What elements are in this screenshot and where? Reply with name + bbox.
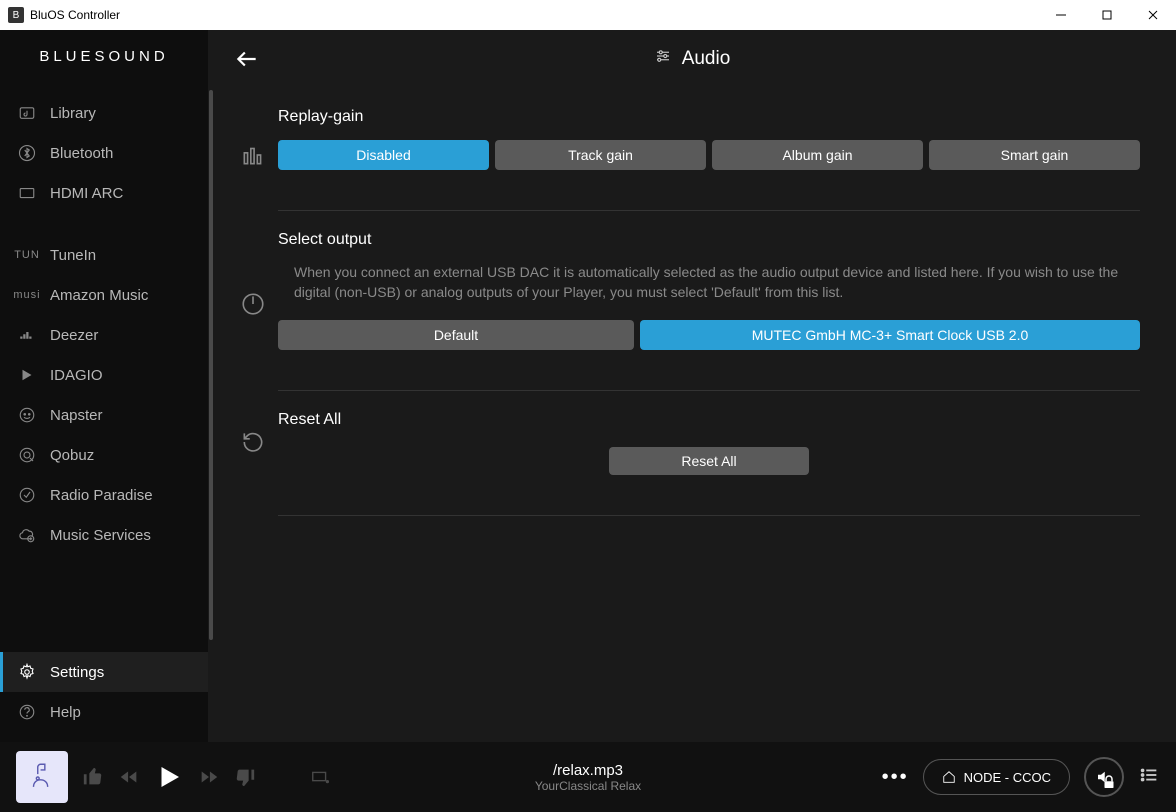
thumbs-up-button[interactable] bbox=[82, 766, 104, 788]
display-icon[interactable] bbox=[310, 766, 332, 788]
sidebar: BLUESOUND Library Bluetooth HDMI ARC TUN bbox=[0, 30, 208, 742]
sliders-icon bbox=[654, 47, 672, 71]
idagio-icon bbox=[14, 366, 40, 384]
app-icon: B bbox=[8, 7, 24, 23]
sidebar-item-label: Deezer bbox=[50, 327, 98, 344]
volume-button[interactable] bbox=[1084, 757, 1124, 797]
album-art[interactable] bbox=[16, 751, 68, 803]
tunein-icon: TUN bbox=[14, 249, 40, 261]
now-playing[interactable]: /relax.mp3 YourClassical Relax bbox=[535, 762, 641, 793]
sidebar-item-help[interactable]: Help bbox=[0, 692, 208, 732]
back-button[interactable] bbox=[234, 46, 260, 72]
next-button[interactable] bbox=[198, 766, 220, 788]
device-label: NODE - CCOC bbox=[964, 770, 1051, 785]
napster-icon bbox=[14, 406, 40, 424]
replay-option-track-gain[interactable]: Track gain bbox=[495, 140, 706, 170]
scrollbar[interactable] bbox=[208, 30, 214, 742]
power-icon bbox=[228, 231, 278, 350]
replay-option-album-gain[interactable]: Album gain bbox=[712, 140, 923, 170]
device-selector[interactable]: NODE - CCOC bbox=[923, 759, 1070, 795]
thumbs-down-button[interactable] bbox=[234, 766, 256, 788]
home-icon bbox=[942, 770, 956, 784]
cloud-add-icon bbox=[14, 526, 40, 544]
player-bar: /relax.mp3 YourClassical Relax ••• NODE … bbox=[0, 742, 1176, 812]
track-title: /relax.mp3 bbox=[535, 762, 641, 779]
section-title: Replay-gain bbox=[278, 108, 1140, 126]
sidebar-item-label: Settings bbox=[50, 664, 104, 681]
music-note-icon bbox=[14, 104, 40, 122]
main-panel: Audio Replay-gain Disabled Track gain Al… bbox=[208, 30, 1176, 742]
sidebar-item-bluetooth[interactable]: Bluetooth bbox=[0, 133, 208, 173]
lock-icon bbox=[1100, 773, 1118, 791]
section-description: When you connect an external USB DAC it … bbox=[278, 263, 1140, 302]
amazon-icon: musi bbox=[14, 289, 40, 301]
sidebar-item-label: Amazon Music bbox=[50, 287, 148, 304]
tv-icon bbox=[14, 184, 40, 202]
previous-button[interactable] bbox=[118, 766, 140, 788]
window-close-button[interactable] bbox=[1130, 0, 1176, 30]
brand-logo: BLUESOUND bbox=[0, 48, 208, 65]
window-maximize-button[interactable] bbox=[1084, 0, 1130, 30]
radio-paradise-icon bbox=[14, 486, 40, 504]
page-header: Audio bbox=[208, 30, 1176, 88]
window-minimize-button[interactable] bbox=[1038, 0, 1084, 30]
sidebar-item-label: Napster bbox=[50, 407, 103, 424]
sidebar-item-amazon-music[interactable]: musi Amazon Music bbox=[0, 275, 208, 315]
section-title: Select output bbox=[278, 231, 1140, 249]
sidebar-item-tunein[interactable]: TUN TuneIn bbox=[0, 235, 208, 275]
play-button[interactable] bbox=[154, 762, 184, 792]
bluetooth-icon bbox=[14, 144, 40, 162]
sidebar-item-hdmi-arc[interactable]: HDMI ARC bbox=[0, 173, 208, 213]
help-icon bbox=[14, 703, 40, 721]
sidebar-item-idagio[interactable]: IDAGIO bbox=[0, 355, 208, 395]
sidebar-item-label: Qobuz bbox=[50, 447, 94, 464]
sidebar-item-label: Library bbox=[50, 105, 96, 122]
app-window: B BluOS Controller BLUESOUND Library Blu… bbox=[0, 0, 1176, 812]
deezer-icon bbox=[14, 326, 40, 344]
sidebar-group-bottom: Settings Help bbox=[0, 652, 208, 732]
window-title: BluOS Controller bbox=[30, 8, 120, 22]
sidebar-item-music-services[interactable]: Music Services bbox=[0, 515, 208, 555]
titlebar: B BluOS Controller bbox=[0, 0, 1176, 30]
sidebar-item-label: IDAGIO bbox=[50, 367, 103, 384]
replay-option-smart-gain[interactable]: Smart gain bbox=[929, 140, 1140, 170]
sidebar-item-label: Help bbox=[50, 704, 81, 721]
reset-icon bbox=[228, 411, 278, 475]
section-title: Reset All bbox=[278, 411, 1140, 429]
equalizer-icon bbox=[228, 108, 278, 170]
sidebar-item-label: Radio Paradise bbox=[50, 487, 153, 504]
content-area: BLUESOUND Library Bluetooth HDMI ARC TUN bbox=[0, 30, 1176, 742]
sections: Replay-gain Disabled Track gain Album ga… bbox=[208, 88, 1176, 536]
sidebar-item-label: TuneIn bbox=[50, 247, 96, 264]
sidebar-item-label: Music Services bbox=[50, 527, 151, 544]
more-button[interactable]: ••• bbox=[882, 766, 909, 789]
sidebar-item-library[interactable]: Library bbox=[0, 93, 208, 133]
sidebar-group-sources: Library Bluetooth HDMI ARC bbox=[0, 93, 208, 213]
sidebar-item-label: HDMI ARC bbox=[50, 185, 123, 202]
sidebar-item-settings[interactable]: Settings bbox=[0, 652, 208, 692]
sidebar-item-qobuz[interactable]: Qobuz bbox=[0, 435, 208, 475]
replay-gain-options: Disabled Track gain Album gain Smart gai… bbox=[278, 140, 1140, 170]
sidebar-item-label: Bluetooth bbox=[50, 145, 113, 162]
sidebar-item-napster[interactable]: Napster bbox=[0, 395, 208, 435]
sidebar-group-services: TUN TuneIn musi Amazon Music Deezer IDAG… bbox=[0, 235, 208, 555]
track-subtitle: YourClassical Relax bbox=[535, 779, 641, 793]
section-select-output: Select output When you connect an extern… bbox=[228, 231, 1140, 350]
sidebar-item-radio-paradise[interactable]: Radio Paradise bbox=[0, 475, 208, 515]
output-option-mutec[interactable]: MUTEC GmbH MC-3+ Smart Clock USB 2.0 bbox=[640, 320, 1140, 350]
output-options: Default MUTEC GmbH MC-3+ Smart Clock USB… bbox=[278, 320, 1140, 350]
sidebar-item-deezer[interactable]: Deezer bbox=[0, 315, 208, 355]
page-title: Audio bbox=[682, 48, 731, 70]
replay-option-disabled[interactable]: Disabled bbox=[278, 140, 489, 170]
queue-button[interactable] bbox=[1138, 764, 1160, 791]
section-replay-gain: Replay-gain Disabled Track gain Album ga… bbox=[228, 108, 1140, 170]
qobuz-icon bbox=[14, 446, 40, 464]
gear-icon bbox=[14, 663, 40, 681]
section-reset: Reset All Reset All bbox=[228, 411, 1140, 475]
reset-all-button[interactable]: Reset All bbox=[609, 447, 809, 475]
output-option-default[interactable]: Default bbox=[278, 320, 634, 350]
